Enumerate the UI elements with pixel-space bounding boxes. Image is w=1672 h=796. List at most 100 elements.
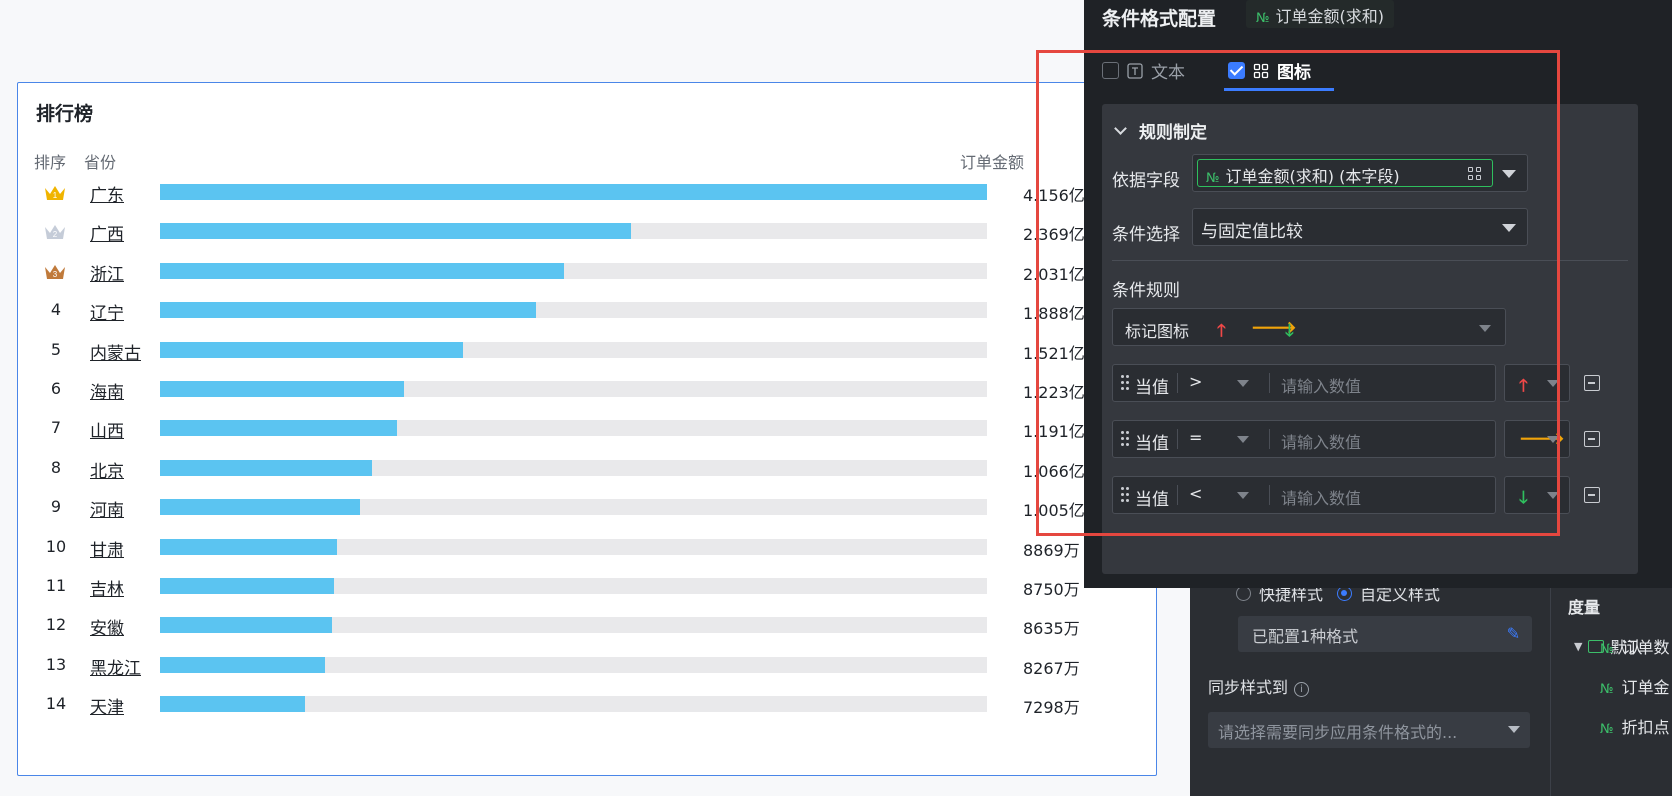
rule-icon-select[interactable]: 🡑 xyxy=(1504,364,1570,402)
rule-icon-select[interactable]: 🡓 xyxy=(1504,476,1570,514)
table-row: 7 山西 1.191亿 xyxy=(18,407,1156,449)
ranking-header: 排序 省份 订单金额 xyxy=(18,149,1156,172)
icon-tab-checkbox[interactable] xyxy=(1228,62,1245,79)
tab-icon[interactable]: 图标 xyxy=(1228,58,1311,83)
value-input[interactable]: 请输入数值 xyxy=(1281,429,1361,453)
info-icon[interactable]: i xyxy=(1294,682,1310,697)
amount-value: 2.031亿 xyxy=(1023,264,1085,284)
table-row: 5 内蒙古 1.521亿 xyxy=(18,329,1156,371)
rule-label: 当值 xyxy=(1135,378,1169,398)
tab-text[interactable]: 文本 xyxy=(1102,58,1185,83)
chevron-down-icon xyxy=(1479,325,1491,332)
ranking-title: 排行榜 xyxy=(36,103,94,125)
province-link[interactable]: 安徽 xyxy=(90,614,124,639)
measure-item[interactable]: № 折扣点 xyxy=(1600,714,1670,738)
grid-icon[interactable] xyxy=(1468,167,1482,181)
condition-select[interactable]: 与固定值比较 xyxy=(1192,208,1528,246)
condition-rules-label: 条件规则 xyxy=(1112,281,1180,301)
chevron-down-icon xyxy=(1547,492,1559,499)
amount-value: 1.066亿 xyxy=(1023,461,1085,481)
province-link[interactable]: 内蒙古 xyxy=(90,339,141,364)
text-tab-checkbox[interactable] xyxy=(1102,62,1119,79)
basis-field-chip: № 订单金额(求和) (本字段) xyxy=(1197,159,1493,187)
operator-select[interactable]: > xyxy=(1189,372,1202,391)
remove-rule-button[interactable] xyxy=(1584,375,1600,391)
table-row: 1 广东 4.156亿 xyxy=(18,171,1156,213)
rule-condition-input[interactable]: 当值 > 请输入数值 xyxy=(1112,364,1496,402)
chevron-down-icon[interactable] xyxy=(1237,380,1249,387)
table-row: 3 浙江 2.031亿 xyxy=(18,250,1156,292)
panel-title: 条件格式配置 xyxy=(1102,8,1217,30)
remove-rule-button[interactable] xyxy=(1584,431,1600,447)
province-link[interactable]: 山西 xyxy=(90,417,124,442)
marker-icon-select[interactable]: 标记图标 🡑 🡒 🡓 xyxy=(1112,308,1506,346)
rank-number: 14 xyxy=(45,694,67,714)
arrow-down-icon: 🡓 xyxy=(1285,321,1294,341)
basis-field-value: 订单金额(求和) (本字段) xyxy=(1225,167,1400,186)
measure-item[interactable]: № 订单数 xyxy=(1600,634,1670,658)
bar-track xyxy=(160,578,987,594)
amount-value: 1.191亿 xyxy=(1023,422,1085,442)
rule-icon-select[interactable]: 🡒 xyxy=(1504,420,1570,458)
value-input[interactable]: 请输入数值 xyxy=(1281,373,1361,397)
bar-track xyxy=(160,656,987,673)
chevron-down-icon[interactable] xyxy=(1237,492,1249,499)
rule-section-header[interactable]: 规则制定 xyxy=(1114,118,1207,143)
remove-rule-button[interactable] xyxy=(1584,487,1600,503)
rank-number: 5 xyxy=(50,339,62,359)
drag-handle-icon[interactable] xyxy=(1121,487,1129,503)
arrow-down-icon: 🡓 xyxy=(1519,488,1528,508)
edit-icon[interactable]: ✎ xyxy=(1507,624,1520,643)
ranking-card: 排行榜 排序 省份 订单金额 1 广东 4.156亿 2 广西 2.369亿 3 浙江 2.03… xyxy=(17,82,1157,776)
number-field-icon: № xyxy=(1600,682,1614,697)
rule-condition-input[interactable]: 当值 < 请输入数值 xyxy=(1112,476,1496,514)
province-link[interactable]: 河南 xyxy=(90,496,124,521)
crown-rank: 2 xyxy=(53,230,58,239)
province-link[interactable]: 黑龙江 xyxy=(90,654,141,679)
measure-item[interactable]: № 订单金 xyxy=(1600,674,1670,698)
table-row: 13 黑龙江 8267万 xyxy=(18,644,1156,686)
province-link[interactable]: 吉林 xyxy=(90,575,124,600)
rank-number: 8 xyxy=(50,457,62,477)
rank-number: 6 xyxy=(50,379,62,398)
number-field-icon: № xyxy=(1600,722,1614,737)
province-link[interactable]: 广东 xyxy=(90,181,124,206)
gold-crown-icon: 1 xyxy=(45,186,65,200)
province-link[interactable]: 浙江 xyxy=(90,260,124,285)
divider xyxy=(1269,373,1270,393)
bar-track xyxy=(160,223,987,240)
operator-select[interactable]: < xyxy=(1189,484,1202,503)
amount-value: 1.521亿 xyxy=(1023,343,1085,363)
sync-style-select[interactable]: 请选择需要同步应用条件格式的... xyxy=(1208,712,1530,748)
chevron-down-icon[interactable] xyxy=(1114,122,1127,135)
bar-track xyxy=(160,420,987,437)
crown-rank: 3 xyxy=(53,270,58,279)
chevron-down-icon[interactable] xyxy=(1237,436,1249,443)
drag-handle-icon[interactable] xyxy=(1121,431,1129,447)
bar-fill xyxy=(160,420,398,437)
chevron-down-icon[interactable] xyxy=(1502,170,1516,178)
field-chip-label: 订单金额(求和) xyxy=(1275,7,1385,26)
rule-condition-input[interactable]: 当值 = 请输入数值 xyxy=(1112,420,1496,458)
bar-track xyxy=(160,617,987,634)
province-link[interactable]: 北京 xyxy=(90,457,124,482)
drag-handle-icon[interactable] xyxy=(1121,375,1129,391)
bar-fill xyxy=(160,656,325,673)
rule-label: 当值 xyxy=(1135,434,1169,454)
basis-field-select[interactable]: № 订单金额(求和) (本字段) xyxy=(1192,154,1528,192)
configured-format[interactable]: 已配置1种格式 ✎ xyxy=(1238,616,1532,652)
conditional-format-panel: 条件格式配置 № 订单金额(求和) 文本 图标 规则制定 依据字段 № 订单金额(求… xyxy=(1084,0,1672,588)
rank-number: 9 xyxy=(50,497,62,517)
section-divider xyxy=(1112,260,1628,261)
table-row: 9 河南 1.005亿 xyxy=(18,486,1156,528)
province-link[interactable]: 甘肃 xyxy=(90,536,124,561)
province-link[interactable]: 广西 xyxy=(90,220,124,245)
province-link[interactable]: 海南 xyxy=(90,378,124,403)
value-input[interactable]: 请输入数值 xyxy=(1281,485,1361,509)
operator-select[interactable]: = xyxy=(1189,428,1202,447)
style-settings-panel: 快捷样式 自定义样式 已配置1种格式 ✎ 同步样式到 i 请选择需要同步应用条件格… xyxy=(1190,578,1672,796)
province-link[interactable]: 天津 xyxy=(90,693,124,718)
province-link[interactable]: 辽宁 xyxy=(90,299,124,324)
bar-fill xyxy=(160,302,537,319)
crown-rank: 1 xyxy=(53,191,58,200)
